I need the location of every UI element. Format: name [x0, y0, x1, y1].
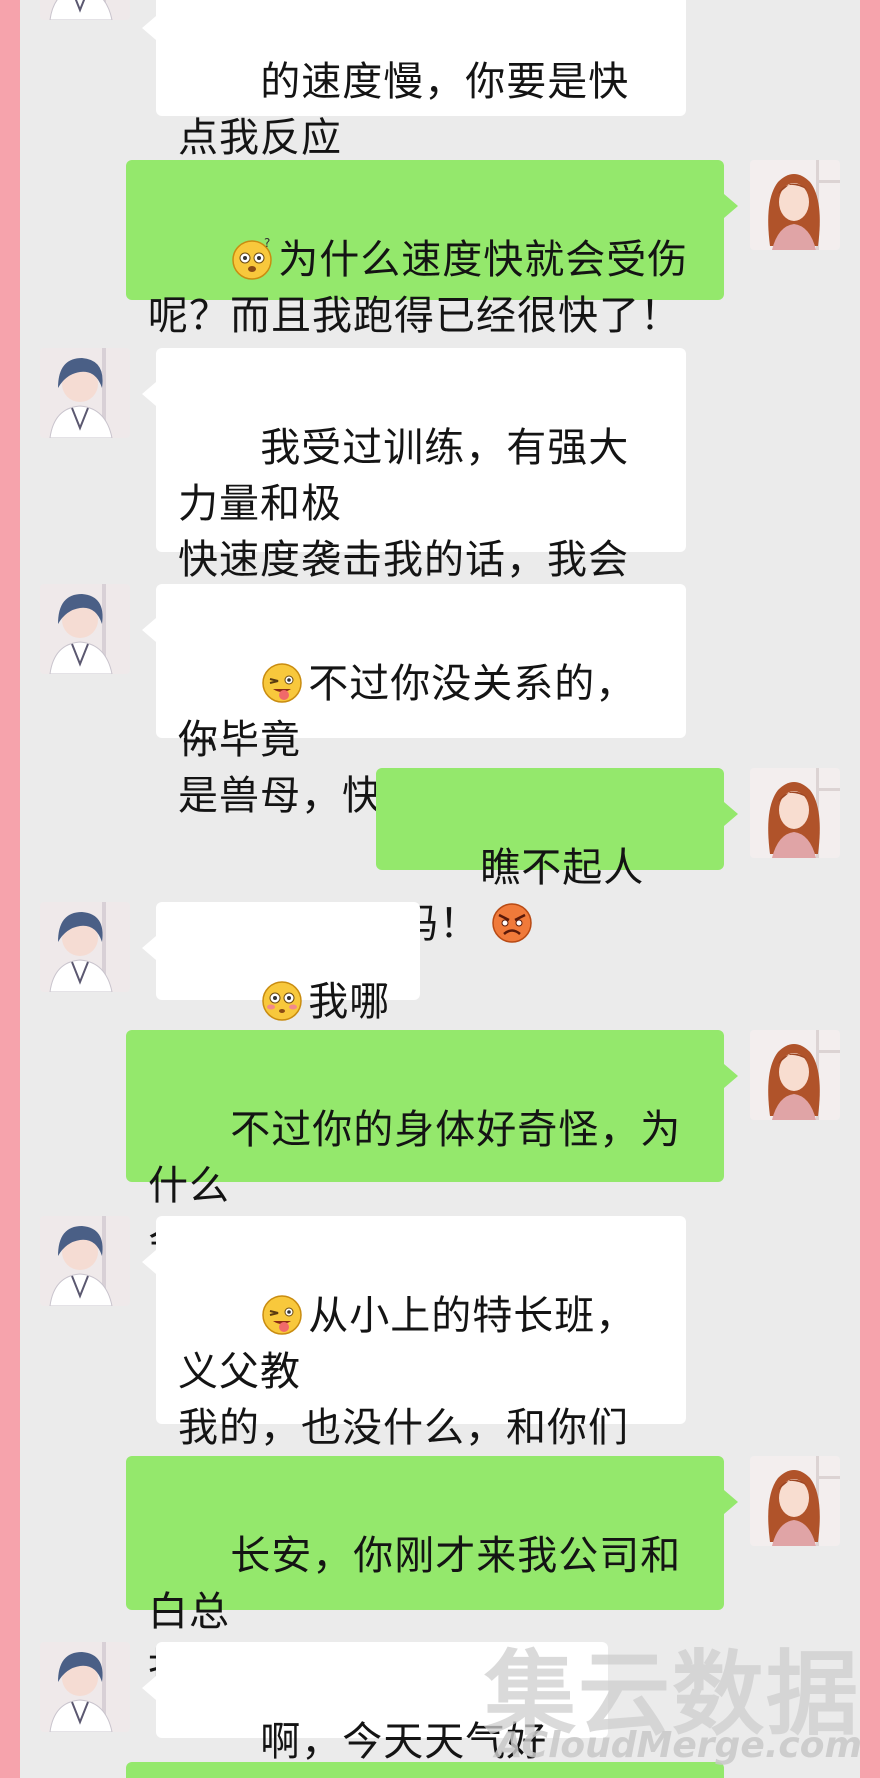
male-avatar[interactable] [40, 902, 130, 992]
message-bubble-incoming: 我哪敢啊 [142, 902, 420, 1081]
tongue-wink-face-icon [260, 661, 304, 705]
svg-text:?: ? [264, 237, 271, 250]
flushed-face-icon [260, 979, 304, 1023]
tongue-wink-face-icon [260, 1293, 304, 1337]
male-avatar[interactable] [40, 1216, 130, 1306]
message-bubble-outgoing: ? 为什么速度快就会受伤 呢？而且我跑得已经很快了！ [126, 160, 738, 339]
message-bubble-incoming: 不过你没关系的，你毕竟 是兽母，快不到哪里去！ [142, 584, 686, 819]
male-avatar[interactable] [40, 584, 130, 674]
confused-face-icon: ? [230, 237, 274, 281]
female-avatar[interactable] [750, 768, 840, 858]
message-bubble-outgoing: 长安，你刚才来我公司和白总 打架了？ [126, 1456, 738, 1691]
message-bubble-incoming: 从小上的特长班，义父教 我的，也没什么，和你们小时 候的美术班奥数班差不多 [142, 1216, 686, 1563]
angry-face-icon [490, 901, 534, 945]
female-avatar[interactable] [750, 1030, 840, 1120]
female-avatar[interactable] [750, 160, 840, 250]
message-bubble-outgoing-partial [126, 1762, 724, 1778]
message-bubble-incoming: 啊，今天天气好好哦！ [142, 1642, 608, 1778]
male-avatar[interactable] [40, 1642, 130, 1732]
message-bubble-outgoing: 瞧不起人吗！ [376, 768, 738, 947]
message-text: 为什么速度快就会受伤 呢？而且我跑得已经很快了！ [148, 237, 689, 339]
male-avatar[interactable] [40, 348, 130, 438]
chat-panel: 的速度慢，你要是快点我反应 不过来伤到你就糟糕了 ?为什么速度快就会受伤 呢？而… [20, 0, 860, 1778]
female-avatar[interactable] [750, 1456, 840, 1546]
message-bubble-incoming: 的速度慢，你要是快点我反应 不过来伤到你就糟糕了 [142, 0, 686, 217]
message-bubble-incoming: 我受过训练，有强大力量和极 快速度袭击我的话，我会来不 及反应，身体本能做出攻击 [142, 348, 686, 751]
male-avatar[interactable] [40, 0, 130, 20]
message-bubble-outgoing: 不过你的身体好奇怪，为什么 会受到这样的训练？ [126, 1030, 738, 1265]
